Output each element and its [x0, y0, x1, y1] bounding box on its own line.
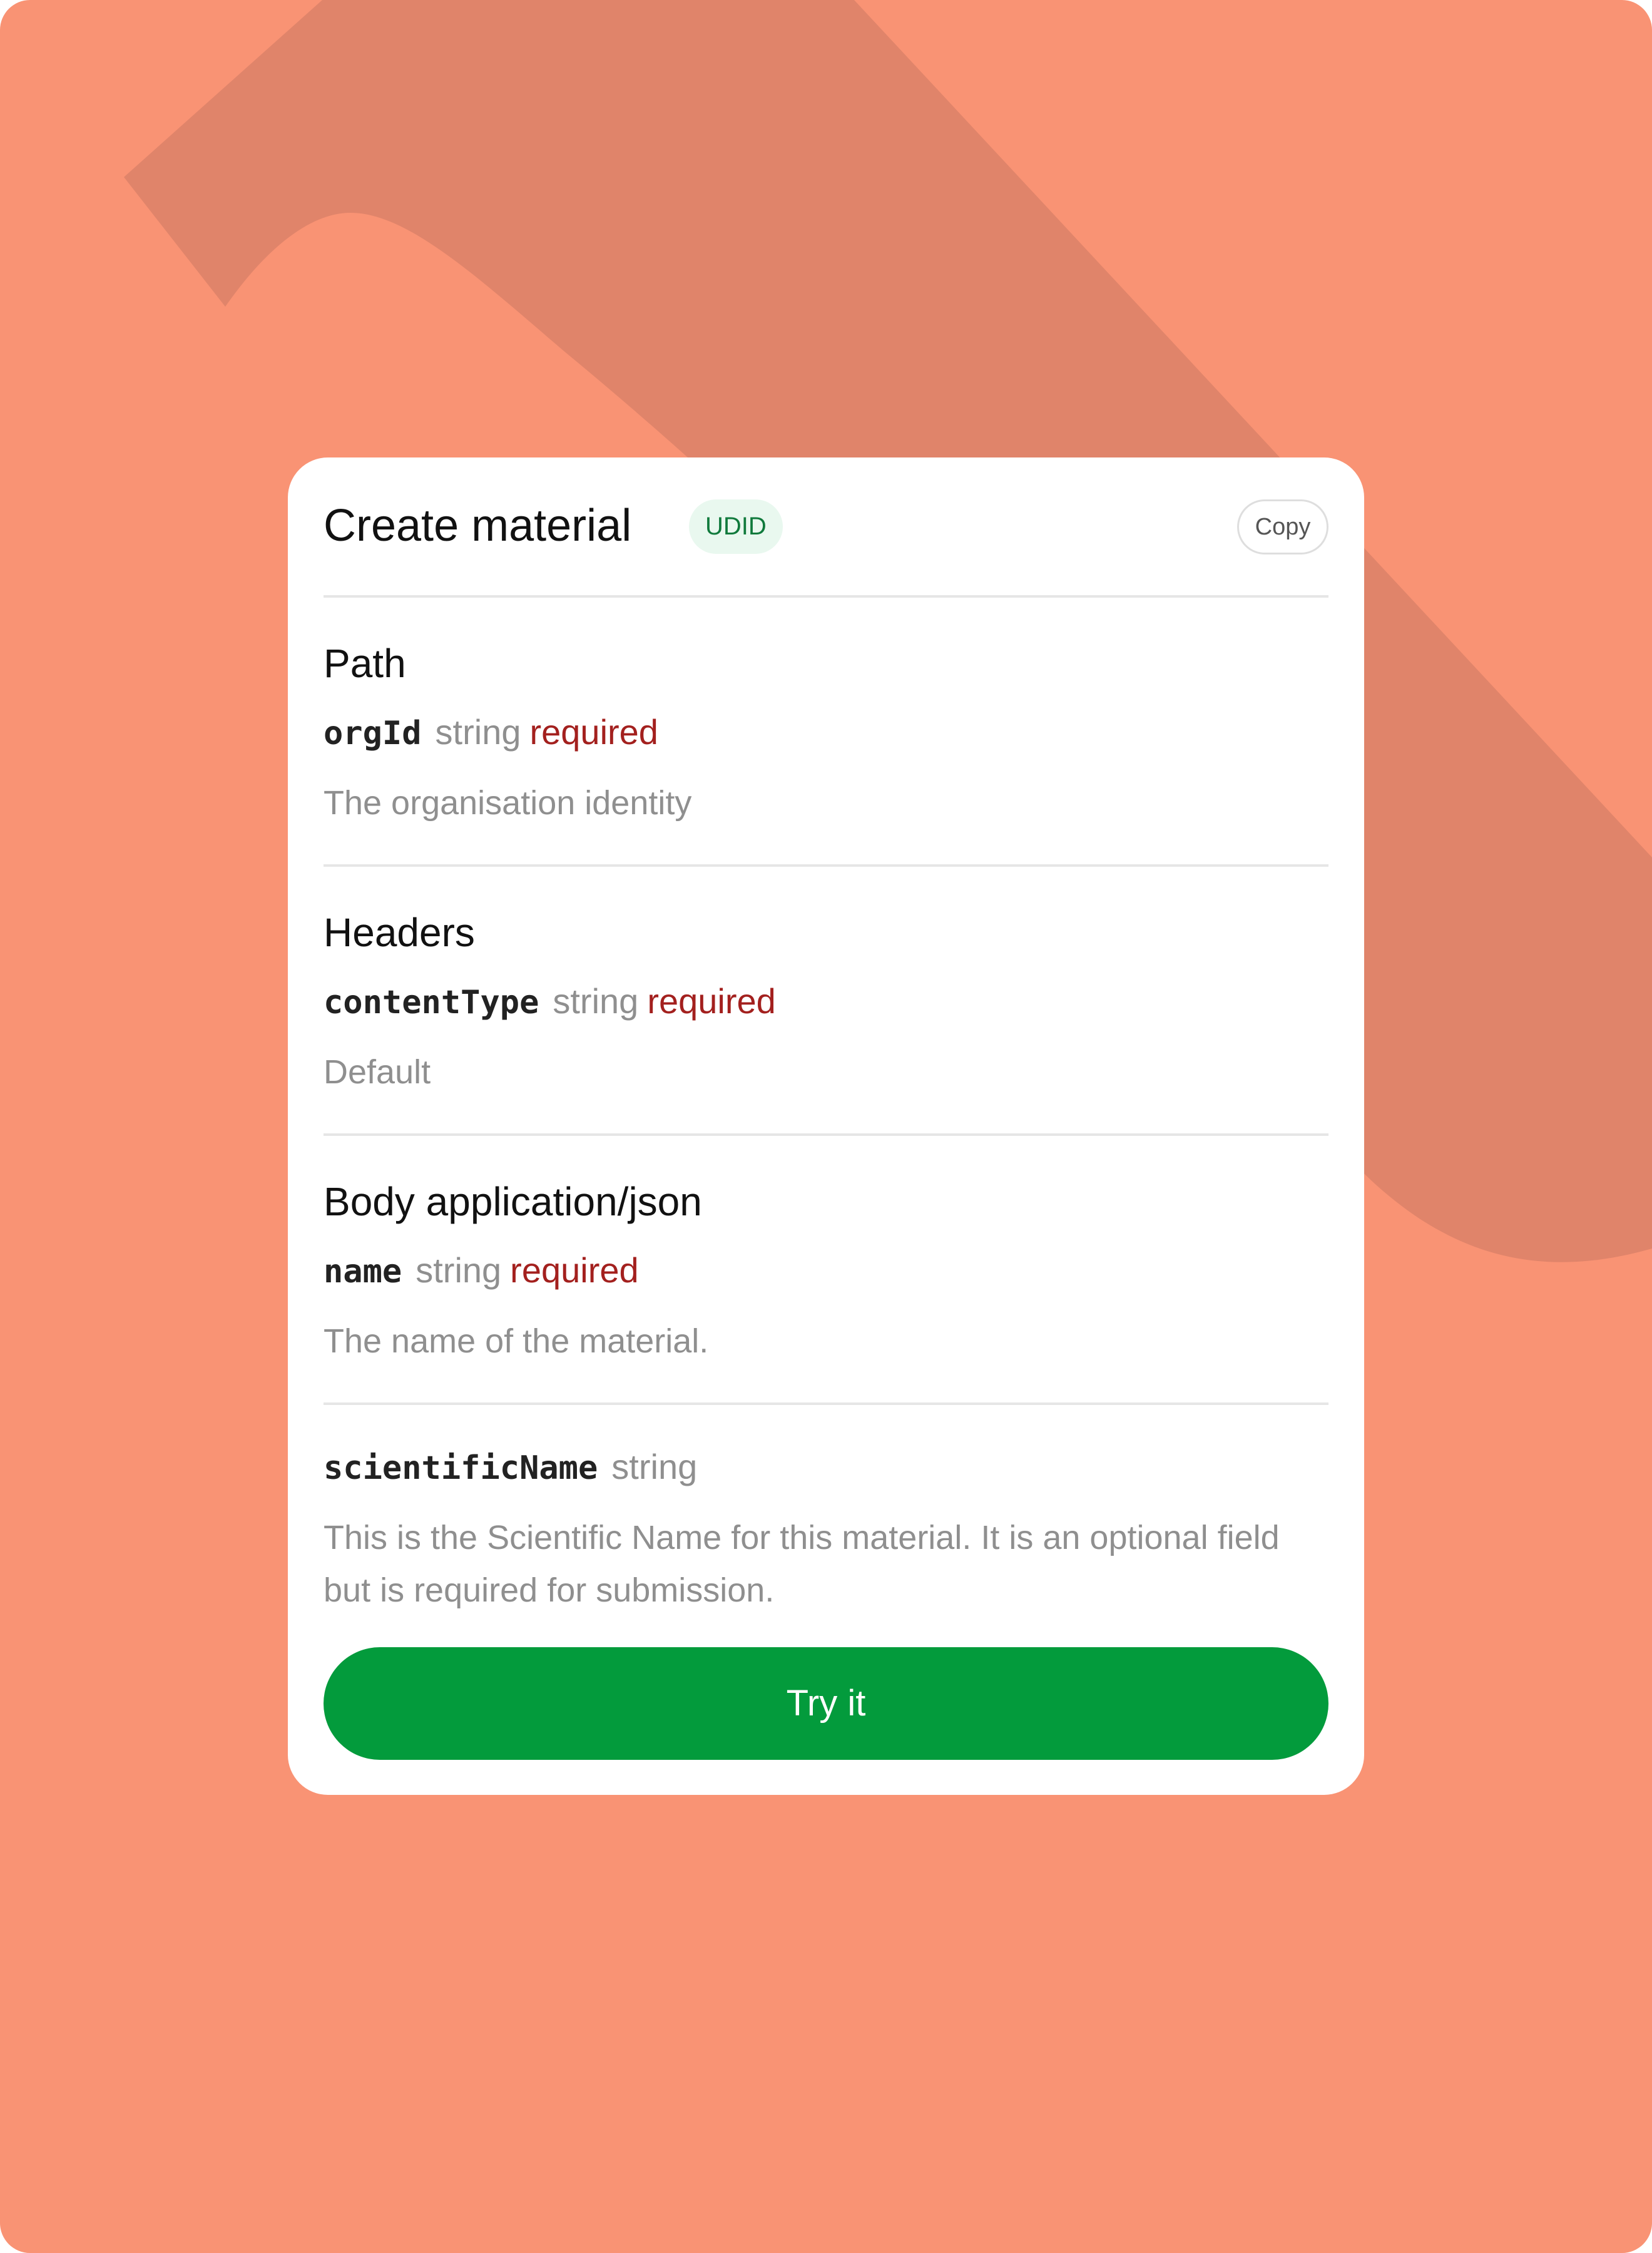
param-type: string: [553, 981, 639, 1021]
param-description: The name of the material.: [324, 1322, 709, 1360]
param-required-label: required: [529, 712, 658, 752]
param-type: string: [416, 1250, 502, 1290]
param-description: The organisation identity: [324, 784, 692, 822]
udid-badge: UDID: [689, 499, 783, 554]
path-section: Path orgId string required The organisatio…: [324, 598, 1328, 867]
section-title-body: Body application/json: [324, 1179, 702, 1224]
card-header: Create material UDID Copy: [324, 457, 1328, 598]
param-row-scientificname: scientificName string: [324, 1446, 1328, 1490]
param-type: string: [435, 712, 521, 752]
section-title-path: Path: [324, 641, 406, 686]
body-section: Body application/json name string required…: [324, 1136, 1328, 1405]
section-title-headers: Headers: [324, 910, 475, 955]
param-required-label: required: [647, 981, 776, 1021]
api-endpoint-card: Create material UDID Copy Path orgId stri…: [288, 457, 1364, 1795]
param-name: name: [324, 1253, 402, 1290]
param-row-name: name string required: [324, 1250, 1328, 1294]
param-row-orgid: orgId string required: [324, 712, 1328, 755]
headers-section: Headers contentType string required Defaul…: [324, 867, 1328, 1136]
param-name: contentType: [324, 984, 539, 1021]
param-description: This is the Scientific Name for this mat…: [324, 1519, 1280, 1609]
param-name: orgId: [324, 715, 422, 752]
param-type: string: [611, 1447, 698, 1486]
param-row-contenttype: contentType string required: [324, 981, 1328, 1024]
param-required-label: required: [510, 1250, 639, 1290]
endpoint-title: Create material: [324, 501, 632, 551]
copy-button[interactable]: Copy: [1237, 499, 1328, 554]
param-description: Default: [324, 1053, 431, 1091]
try-it-button[interactable]: Try it: [324, 1647, 1328, 1760]
body-optional-section: scientificName string This is the Scienti…: [324, 1405, 1328, 1652]
param-name: scientificName: [324, 1449, 598, 1487]
background-frame: Create material UDID Copy Path orgId stri…: [0, 0, 1652, 2253]
